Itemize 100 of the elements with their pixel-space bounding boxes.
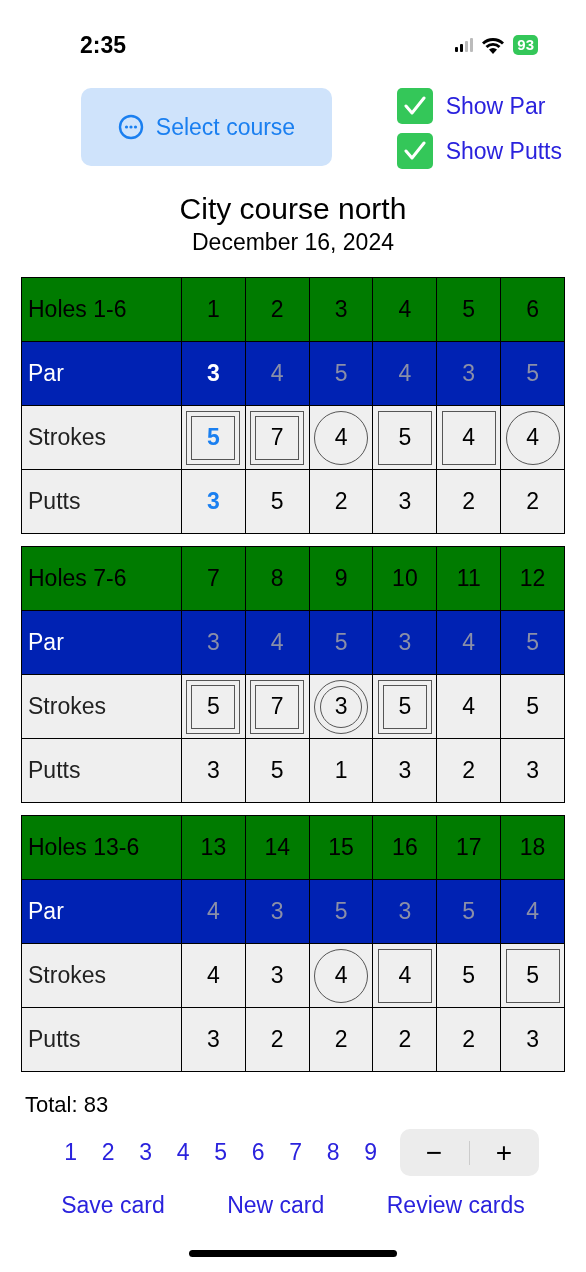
- row-label: Putts: [22, 470, 182, 534]
- par-cell: 3: [373, 880, 438, 944]
- par-cell: 5: [309, 880, 374, 944]
- par-cell: 5: [501, 611, 565, 675]
- stroke-value: 5: [462, 961, 476, 991]
- number-key[interactable]: 6: [239, 1135, 277, 1170]
- course-name: City course north: [179, 191, 407, 227]
- par-cell: 4: [501, 880, 565, 944]
- putts-cell: 3: [373, 739, 438, 803]
- stroke-cell[interactable]: 4: [309, 944, 374, 1008]
- stroke-cell[interactable]: 4: [309, 406, 374, 470]
- number-key[interactable]: 9: [352, 1135, 390, 1170]
- hole-number: 9: [309, 547, 374, 611]
- hole-number: 12: [501, 547, 565, 611]
- par-cell: 3: [182, 611, 246, 675]
- putts-cell: 5: [245, 739, 310, 803]
- number-key[interactable]: 3: [127, 1135, 165, 1170]
- hole-number: 10: [373, 547, 438, 611]
- stroke-cell[interactable]: 7: [245, 406, 310, 470]
- battery-indicator: 93: [513, 35, 538, 55]
- number-key[interactable]: 1: [52, 1135, 90, 1170]
- stroke-cell[interactable]: 3: [245, 944, 310, 1008]
- checkbox[interactable]: [396, 133, 433, 169]
- signal-icon: [455, 37, 474, 53]
- stroke-value: 5: [207, 692, 220, 722]
- plus-button[interactable]: +: [469, 1131, 539, 1174]
- putts-cell: 2: [437, 470, 502, 534]
- stroke-value: 7: [270, 692, 284, 722]
- hole-number: 18: [501, 816, 565, 880]
- putts-cell: 5: [245, 470, 310, 534]
- putts-cell: 3: [182, 739, 246, 803]
- stroke-cell[interactable]: 5: [501, 944, 565, 1008]
- row-label: Par: [22, 880, 182, 944]
- hole-number: 13: [182, 816, 246, 880]
- stroke-cell[interactable]: 5: [182, 675, 246, 739]
- row-label: Putts: [22, 1008, 182, 1072]
- par-cell: 5: [309, 611, 374, 675]
- stroke-cell[interactable]: 7: [245, 675, 310, 739]
- action-link[interactable]: Save card: [61, 1188, 165, 1223]
- number-key[interactable]: 4: [164, 1135, 202, 1170]
- toggle-label[interactable]: Show Putts: [445, 133, 562, 169]
- stroke-value: 7: [270, 423, 284, 453]
- wifi-icon: [481, 36, 506, 54]
- par-cell: 5: [437, 880, 502, 944]
- minus-button[interactable]: −: [399, 1131, 469, 1174]
- putts-cell: 2: [437, 739, 502, 803]
- toggle-label[interactable]: Show Par: [445, 88, 546, 124]
- stroke-cell[interactable]: 5: [373, 406, 438, 470]
- par-cell: 3: [437, 342, 502, 406]
- hole-number: 16: [373, 816, 438, 880]
- hole-number: 14: [245, 816, 310, 880]
- action-link[interactable]: Review cards: [386, 1188, 525, 1223]
- putts-cell: 2: [373, 1008, 438, 1072]
- putts-cell: 3: [182, 470, 246, 534]
- putts-cell: 2: [245, 1008, 310, 1072]
- par-cell: 3: [373, 611, 438, 675]
- putts-cell: 2: [309, 1008, 374, 1072]
- par-cell: 4: [245, 342, 310, 406]
- stroke-cell[interactable]: 5: [501, 675, 565, 739]
- stroke-cell[interactable]: 5: [373, 675, 438, 739]
- status-time: 2:35: [80, 30, 127, 60]
- row-label: Strokes: [22, 406, 182, 470]
- row-label: Par: [22, 342, 182, 406]
- course-date: December 16, 2024: [192, 228, 394, 257]
- stroke-cell[interactable]: 5: [437, 944, 502, 1008]
- hole-number: 3: [309, 278, 374, 342]
- stroke-value: 4: [398, 961, 412, 991]
- stroke-value: 4: [462, 692, 476, 722]
- number-key[interactable]: 5: [202, 1135, 240, 1170]
- stroke-cell[interactable]: 4: [373, 944, 438, 1008]
- putts-cell: 3: [501, 1008, 565, 1072]
- hole-number: 2: [245, 278, 310, 342]
- number-key[interactable]: 8: [314, 1135, 352, 1170]
- row-label: Par: [22, 611, 182, 675]
- hole-number: 5: [437, 278, 502, 342]
- stroke-value: 3: [270, 961, 284, 991]
- par-cell: 4: [437, 611, 502, 675]
- section-header: Holes 13-6: [22, 816, 182, 880]
- row-label: Strokes: [22, 944, 182, 1008]
- number-key[interactable]: 7: [277, 1135, 315, 1170]
- par-cell: 4: [245, 611, 310, 675]
- action-link[interactable]: New card: [227, 1188, 325, 1223]
- stroke-value: 4: [462, 423, 476, 453]
- putts-cell: 1: [309, 739, 374, 803]
- putts-cell: 3: [373, 470, 438, 534]
- stroke-cell[interactable]: 3: [309, 675, 374, 739]
- stroke-value: 5: [207, 423, 220, 453]
- stroke-cell[interactable]: 4: [437, 406, 502, 470]
- checkbox[interactable]: [396, 88, 433, 124]
- number-key[interactable]: 2: [89, 1135, 127, 1170]
- stroke-cell[interactable]: 4: [182, 944, 246, 1008]
- hole-number: 1: [182, 278, 246, 342]
- stroke-value: 3: [334, 692, 348, 722]
- hole-number: 17: [437, 816, 502, 880]
- hole-number: 4: [373, 278, 438, 342]
- stroke-cell[interactable]: 4: [501, 406, 565, 470]
- stroke-value: 5: [398, 423, 412, 453]
- par-cell: 3: [182, 342, 246, 406]
- section-header: Holes 1-6: [22, 278, 182, 342]
- stroke-cell[interactable]: 4: [437, 675, 502, 739]
